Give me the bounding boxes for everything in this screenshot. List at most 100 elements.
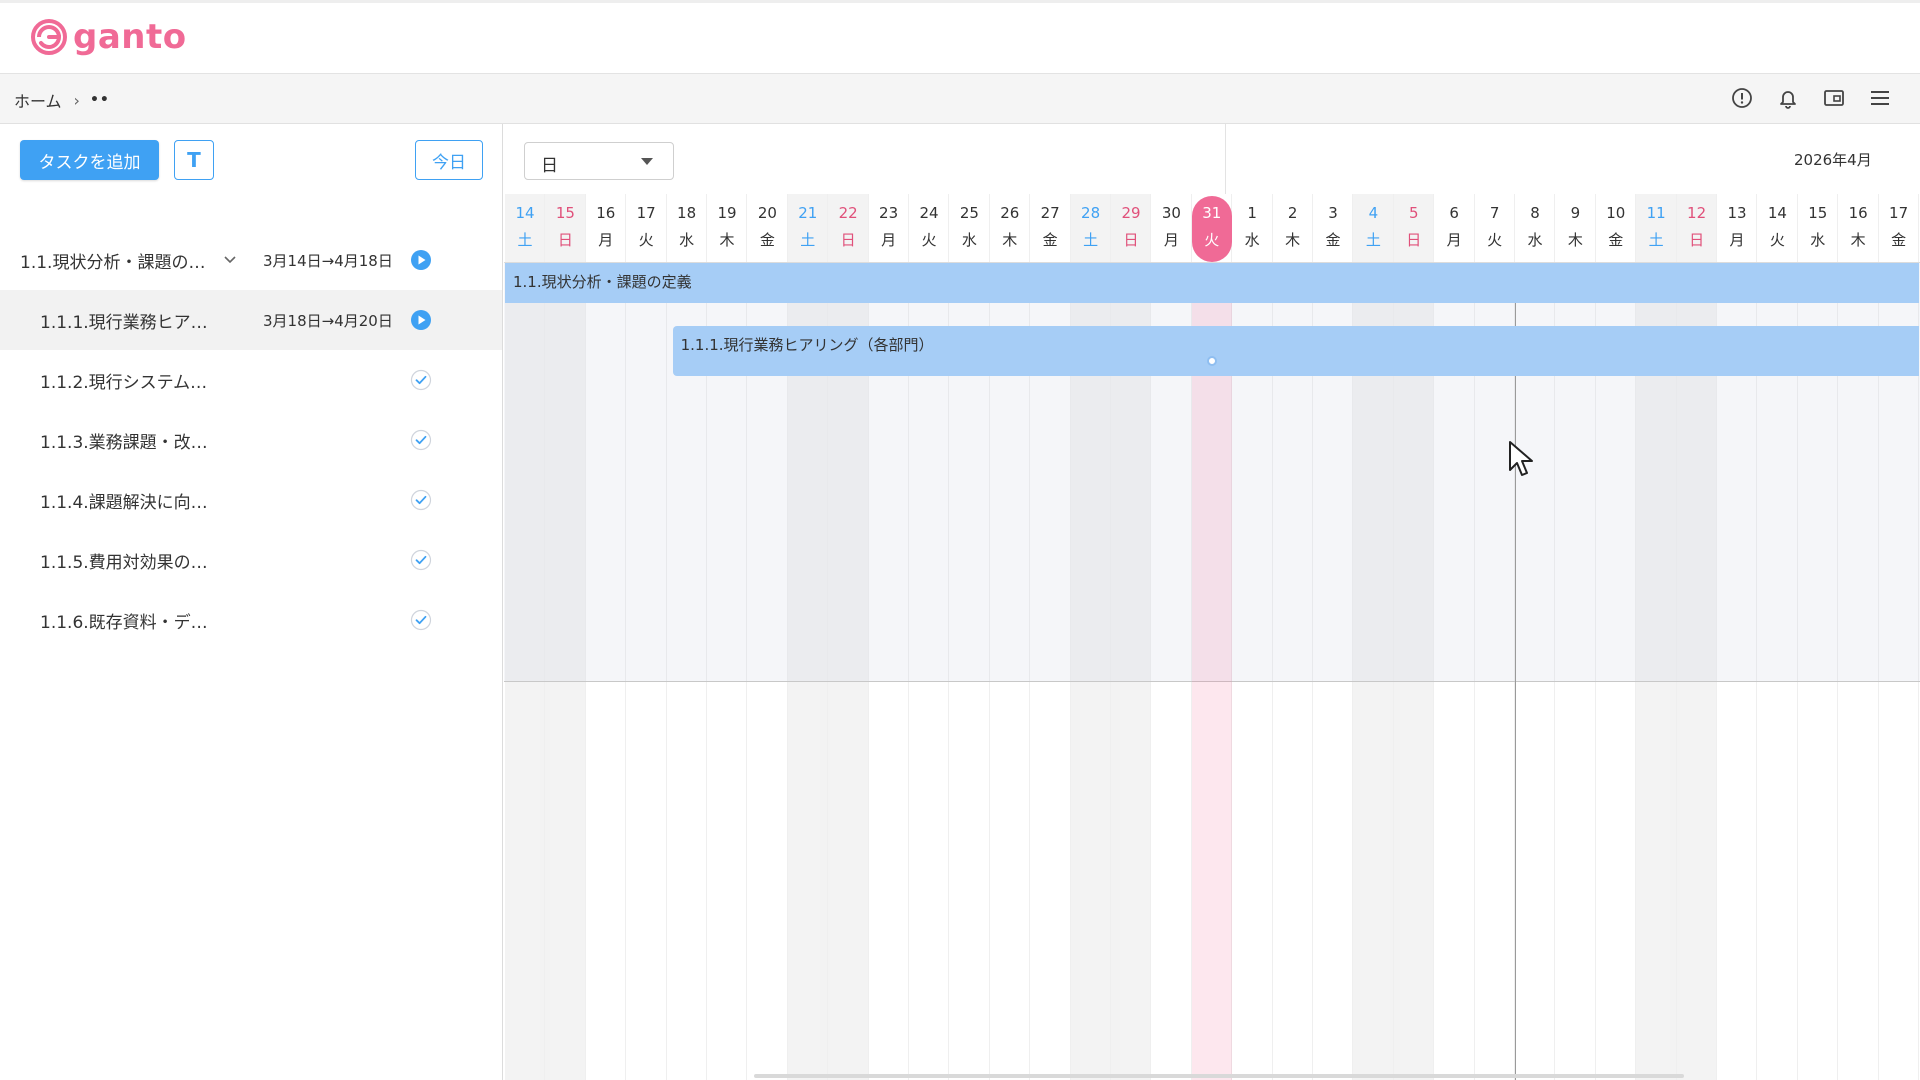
day-weekday: 火 <box>1487 231 1503 249</box>
day-number: 16 <box>596 204 616 222</box>
task-name: 1.1.4.課題解決に向… <box>40 492 208 513</box>
mouse-cursor-icon <box>1509 441 1533 476</box>
day-number: 27 <box>1040 204 1060 222</box>
day-number: 17 <box>636 204 656 222</box>
add-task-button[interactable]: タスクを追加 <box>20 140 159 180</box>
week-separator-line <box>1515 262 1516 1080</box>
day-number: 6 <box>1449 204 1459 222</box>
day-number: 31 <box>1202 204 1222 222</box>
breadcrumb-current[interactable]: •• <box>90 92 110 108</box>
day-weekday: 木 <box>1850 231 1866 249</box>
day-number: 28 <box>1081 204 1101 222</box>
day-weekday: 火 <box>921 231 937 249</box>
task-row[interactable]: 1.1.5.費用対効果の… <box>0 530 502 590</box>
today-button[interactable]: 今日 <box>415 140 483 180</box>
task-bar[interactable]: 1.1.1.現行業務ヒアリング（各部門） <box>672 326 1919 376</box>
day-number: 9 <box>1570 204 1581 222</box>
task-row[interactable]: 1.1.2.現行システム… <box>0 350 502 410</box>
play-status-icon[interactable] <box>410 309 432 331</box>
progress-handle[interactable] <box>1206 356 1217 366</box>
month-label: 2026年4月 <box>1794 151 1872 169</box>
day-weekday: 金 <box>759 231 775 249</box>
breadcrumb-bar: ホーム › •• <box>0 74 1920 124</box>
logo-text: ganto <box>73 17 187 57</box>
day-number: 11 <box>1646 204 1666 222</box>
day-number: 2 <box>1287 204 1298 222</box>
day-number: 13 <box>1727 204 1747 222</box>
day-weekday: 金 <box>1608 231 1624 249</box>
text-toggle-button[interactable]: T <box>174 140 214 180</box>
day-weekday: 木 <box>1567 231 1583 249</box>
day-weekday: 土 <box>517 231 533 249</box>
day-weekday: 日 <box>557 231 573 249</box>
day-number: 19 <box>717 204 737 222</box>
month-divider <box>1225 124 1226 194</box>
check-status-icon[interactable] <box>410 489 432 511</box>
task-row[interactable]: 1.1.1.現行業務ヒア… 3月18日→4月20日 <box>0 290 502 350</box>
task-name: 1.1.6.既存資料・デ… <box>40 612 208 633</box>
day-weekday: 土 <box>1648 231 1664 249</box>
menu-icon[interactable] <box>1868 86 1892 110</box>
task-row[interactable]: 1.1.3.業務課題・改… <box>0 410 502 470</box>
day-number: 14 <box>515 204 535 222</box>
task-list-panel: タスクを追加 T 今日 1.1.現状分析・課題の… 3月14日→4月18日 1.1.… <box>0 124 503 1080</box>
chevron-down-icon <box>641 158 653 165</box>
day-number: 5 <box>1409 204 1419 222</box>
day-weekday: 月 <box>881 231 897 249</box>
task-name: 1.1.3.業務課題・改… <box>40 432 208 453</box>
task-bar-label: 1.1.現状分析・課題の定義 <box>513 273 692 291</box>
day-weekday: 月 <box>1729 231 1745 249</box>
breadcrumb: ホーム › •• <box>14 88 110 112</box>
gantt-chart: 14 土 15 日 16 月 17 火 18 水 19 木 20 金 21 土 22 日 23 月 24 火 25 水 26 木 2… <box>504 124 1920 1080</box>
bell-icon[interactable] <box>1776 86 1800 110</box>
day-number: 24 <box>919 204 939 222</box>
check-status-icon[interactable] <box>410 429 432 451</box>
day-weekday: 木 <box>719 231 735 249</box>
scale-dropdown-value: 日 <box>541 156 558 176</box>
day-weekday: 月 <box>598 231 614 249</box>
day-number: 14 <box>1767 204 1787 222</box>
play-status-icon[interactable] <box>410 249 432 271</box>
task-row[interactable]: 1.1.4.課題解決に向… <box>0 470 502 530</box>
task-bar[interactable]: 1.1.現状分析・課題の定義 <box>505 263 1919 303</box>
info-icon[interactable] <box>1730 86 1754 110</box>
horizontal-scrollbar[interactable] <box>754 1074 1684 1078</box>
day-weekday: 水 <box>1810 231 1826 249</box>
day-weekday: 火 <box>1204 231 1220 249</box>
check-status-icon[interactable] <box>410 609 432 631</box>
day-number: 21 <box>798 204 818 222</box>
chevron-down-icon[interactable] <box>222 252 238 268</box>
logo[interactable]: ganto <box>29 17 187 57</box>
day-weekday: 月 <box>1163 231 1179 249</box>
day-weekday: 火 <box>638 231 654 249</box>
task-name: 1.1.2.現行システム… <box>40 372 208 393</box>
today-column-highlight <box>1191 262 1233 1080</box>
day-weekday: 金 <box>1891 231 1907 249</box>
day-number: 30 <box>1161 204 1181 222</box>
day-weekday: 金 <box>1042 231 1058 249</box>
day-number: 15 <box>555 204 575 222</box>
day-number: 25 <box>959 204 979 222</box>
day-weekday: 水 <box>1527 231 1543 249</box>
task-dates: 3月14日→4月18日 <box>263 251 393 270</box>
day-weekday: 日 <box>840 231 856 249</box>
day-number: 12 <box>1687 204 1707 222</box>
header-icons <box>1730 86 1892 110</box>
day-weekday: 水 <box>961 231 977 249</box>
task-row[interactable]: 1.1.現状分析・課題の… 3月14日→4月18日 <box>0 230 502 290</box>
task-name: 1.1.5.費用対効果の… <box>40 552 208 573</box>
breadcrumb-separator: › <box>73 90 80 110</box>
day-weekday: 土 <box>1083 231 1099 249</box>
check-status-icon[interactable] <box>410 549 432 571</box>
breadcrumb-home[interactable]: ホーム <box>14 88 62 112</box>
day-weekday: 日 <box>1123 231 1139 249</box>
window-icon[interactable] <box>1822 86 1846 110</box>
day-number: 1 <box>1247 204 1257 222</box>
day-number: 18 <box>677 204 697 222</box>
task-row[interactable]: 1.1.6.既存資料・デ… <box>0 590 502 650</box>
scale-dropdown[interactable]: 日 <box>524 142 674 180</box>
ganto-logo-icon <box>31 19 67 55</box>
day-weekday: 火 <box>1769 231 1785 249</box>
task-dates: 3月18日→4月20日 <box>263 311 393 330</box>
check-status-icon[interactable] <box>410 369 432 391</box>
